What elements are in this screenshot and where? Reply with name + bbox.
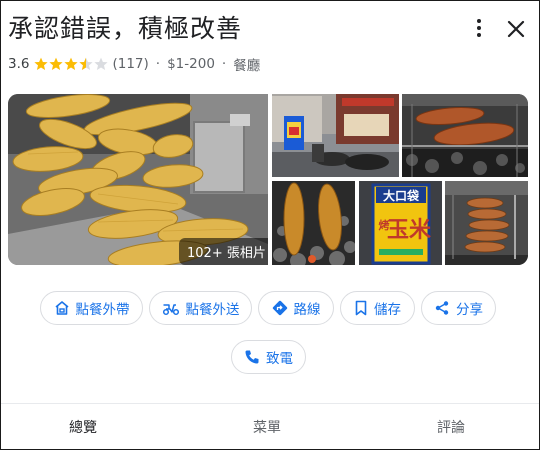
tab-reviews[interactable]: 評論	[411, 404, 491, 449]
star-empty-icon	[94, 57, 109, 70]
tab-bar: 總覽 菜單 評論	[1, 403, 539, 449]
review-count[interactable]: (117)	[112, 56, 148, 72]
delivery-label: 點餐外送	[185, 302, 240, 318]
delivery-button[interactable]: 點餐外送	[149, 291, 252, 325]
place-meta: 3.6 (117) · $1-200 · 餐廳	[8, 54, 260, 74]
grill-rack-photo[interactable]	[445, 181, 528, 265]
delivery-scooter-icon	[162, 304, 179, 316]
place-category: 餐廳	[233, 58, 261, 74]
close-icon[interactable]	[504, 17, 528, 41]
rating-stars	[34, 57, 109, 71]
tab-menu[interactable]: 菜單	[227, 404, 307, 449]
share-icon	[435, 301, 449, 315]
sign-text: 大口袋	[383, 188, 420, 203]
bookmark-icon	[355, 300, 367, 316]
rating-value: 3.6	[8, 56, 30, 72]
takeout-label: 點餐外帶	[75, 302, 130, 318]
takeout-bag-icon	[54, 301, 69, 315]
corn-charcoal-photo[interactable]	[272, 181, 355, 265]
main-photo[interactable]: 102+ 張相片	[8, 94, 268, 265]
street-photo[interactable]	[272, 94, 399, 177]
save-button[interactable]: 儲存	[340, 291, 415, 325]
directions-label: 路線	[293, 302, 321, 318]
directions-diamond-icon	[272, 300, 287, 316]
photo-count[interactable]: 102+ 張相片	[179, 238, 268, 265]
takeout-button[interactable]: 點餐外帶	[40, 291, 143, 325]
separator: ·	[221, 56, 227, 72]
tab-overview[interactable]: 總覽	[43, 404, 123, 449]
share-button[interactable]: 分享	[421, 291, 496, 325]
directions-button[interactable]: 路線	[258, 291, 334, 325]
separator: ·	[155, 56, 161, 72]
more-vert-icon[interactable]	[469, 15, 489, 41]
half-star-icon	[79, 57, 94, 70]
photo-gallery: 102+ 張相片 大口袋 烤 玉米	[8, 94, 528, 265]
call-button[interactable]: 致電	[231, 340, 306, 374]
grill-photo[interactable]	[402, 94, 528, 177]
place-panel: 承認錯誤，積極改善 3.6 (117) · $1-200 · 餐廳 102+ 張…	[0, 0, 540, 450]
call-label: 致電	[266, 351, 293, 367]
star-icon	[49, 57, 64, 70]
save-label: 儲存	[374, 302, 401, 318]
star-icon	[34, 57, 49, 70]
store-sign-photo[interactable]: 大口袋 烤 玉米	[359, 181, 442, 265]
phone-icon	[245, 350, 259, 364]
sign-main-text: 玉米	[387, 218, 432, 243]
share-label: 分享	[456, 302, 483, 318]
price-range: $1-200	[167, 56, 215, 72]
place-title: 承認錯誤，積極改善	[8, 14, 243, 43]
star-icon	[64, 57, 79, 70]
